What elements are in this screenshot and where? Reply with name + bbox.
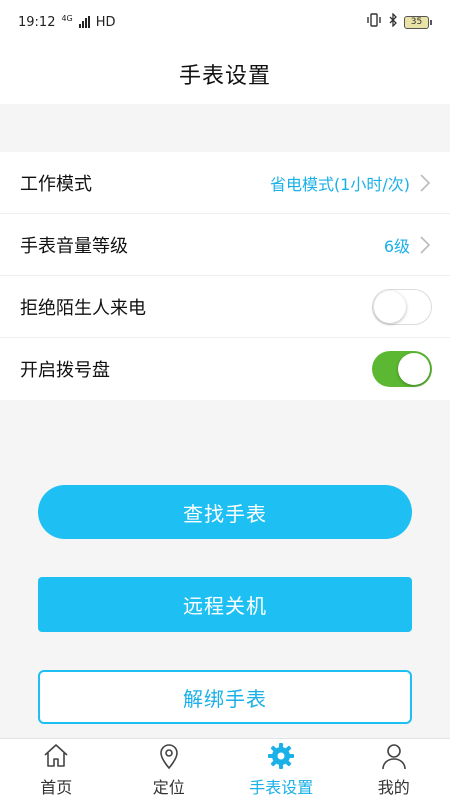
tab-home-label: 首页 bbox=[40, 778, 73, 797]
work-mode-label: 工作模式 bbox=[20, 173, 92, 195]
tab-watch-settings-label: 手表设置 bbox=[249, 778, 314, 797]
nav-bar: 手表设置 bbox=[0, 44, 450, 104]
battery-level: 35 bbox=[404, 15, 429, 29]
settings-list: 工作模式 省电模式(1小时/次) 手表音量等级 6级 拒绝陌生人来电 开启拨号盘 bbox=[0, 152, 450, 400]
tab-location-label: 定位 bbox=[152, 778, 185, 797]
status-bar: 19:12 4G HD 35 bbox=[0, 0, 450, 44]
chevron-right-icon bbox=[420, 235, 431, 254]
dial-pad-toggle[interactable] bbox=[372, 351, 432, 387]
unbind-watch-button[interactable]: 解绑手表 bbox=[38, 670, 412, 724]
hd-indicator: HD bbox=[95, 14, 116, 30]
remote-shutdown-button[interactable]: 远程关机 bbox=[38, 577, 412, 632]
tab-watch-settings[interactable]: 手表设置 bbox=[225, 739, 338, 800]
volume-value: 6级 bbox=[383, 236, 410, 256]
toggle-knob bbox=[398, 353, 430, 385]
chevron-right-icon bbox=[420, 173, 431, 192]
signal-icon bbox=[78, 16, 90, 28]
dial-pad-row: 开启拨号盘 bbox=[0, 338, 450, 400]
tab-location[interactable]: 定位 bbox=[113, 739, 226, 800]
volume-label: 手表音量等级 bbox=[20, 235, 128, 257]
reject-strangers-label: 拒绝陌生人来电 bbox=[20, 297, 146, 319]
home-icon bbox=[44, 744, 68, 767]
volume-row[interactable]: 手表音量等级 6级 bbox=[0, 214, 450, 276]
find-watch-button[interactable]: 查找手表 bbox=[38, 485, 412, 539]
reject-strangers-toggle[interactable] bbox=[372, 288, 432, 325]
bluetooth-icon bbox=[388, 12, 398, 31]
tab-home[interactable]: 首页 bbox=[0, 739, 113, 800]
tab-bar: 首页 定位 手表设置 我的 bbox=[0, 738, 450, 800]
reject-strangers-row: 拒绝陌生人来电 bbox=[0, 276, 450, 338]
status-left: 19:12 4G HD bbox=[18, 13, 116, 30]
page-title: 手表设置 bbox=[178, 64, 271, 89]
work-mode-row[interactable]: 工作模式 省电模式(1小时/次) bbox=[0, 152, 450, 214]
gear-icon bbox=[268, 743, 295, 769]
battery-icon: 35 bbox=[404, 15, 432, 29]
dial-pad-label: 开启拨号盘 bbox=[20, 360, 110, 381]
tab-me-label: 我的 bbox=[377, 778, 410, 797]
work-mode-value: 省电模式(1小时/次) bbox=[269, 174, 410, 194]
status-time: 19:12 bbox=[18, 14, 56, 30]
location-pin-icon bbox=[159, 744, 178, 770]
vibrate-icon bbox=[366, 13, 382, 31]
status-right: 35 bbox=[366, 12, 432, 31]
tab-me[interactable]: 我的 bbox=[338, 739, 450, 800]
toggle-knob bbox=[374, 290, 406, 323]
network-type: 4G bbox=[61, 13, 73, 23]
person-icon bbox=[381, 744, 406, 770]
